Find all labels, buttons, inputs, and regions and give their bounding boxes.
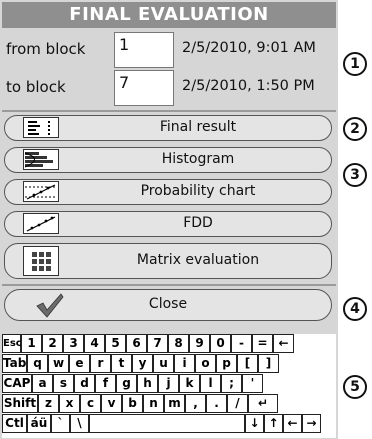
key-caps[interactable]: CAP: [2, 374, 32, 393]
key[interactable]: g: [116, 374, 137, 393]
key[interactable]: =: [252, 334, 273, 353]
callout-marker: 4: [343, 297, 367, 321]
key[interactable]: p: [216, 354, 237, 373]
histogram-icon: [23, 149, 59, 170]
probability-chart-button[interactable]: Probability chart: [4, 179, 332, 205]
key[interactable]: z: [38, 394, 59, 413]
final-result-icon: [23, 117, 59, 138]
key[interactable]: `: [51, 414, 70, 433]
key[interactable]: x: [59, 394, 80, 413]
matrix-icon: [23, 246, 59, 276]
key[interactable]: o: [195, 354, 216, 373]
key[interactable]: y: [132, 354, 153, 373]
key[interactable]: a: [32, 374, 53, 393]
key[interactable]: k: [179, 374, 200, 393]
key[interactable]: j: [158, 374, 179, 393]
key[interactable]: b: [122, 394, 143, 413]
key[interactable]: u: [153, 354, 174, 373]
key[interactable]: 8: [168, 334, 189, 353]
to-block-datetime: 2/5/2010, 1:50 PM: [182, 78, 315, 94]
divider: [2, 110, 336, 112]
key-ctrl[interactable]: Ctl: [2, 414, 27, 433]
to-block-label: to block: [6, 78, 66, 96]
key[interactable]: 9: [189, 334, 210, 353]
key[interactable]: ]: [258, 354, 279, 373]
callout-marker: 3: [343, 163, 367, 187]
callout-marker: 1: [343, 52, 367, 76]
key-accents[interactable]: áü: [27, 414, 51, 433]
final-result-button[interactable]: Final result: [4, 115, 332, 141]
key-enter[interactable]: ↵: [248, 394, 278, 413]
key[interactable]: s: [53, 374, 74, 393]
key[interactable]: n: [143, 394, 164, 413]
key-arrow-left[interactable]: ←: [283, 414, 302, 433]
key[interactable]: f: [95, 374, 116, 393]
key[interactable]: r: [90, 354, 111, 373]
key-space[interactable]: [89, 414, 245, 433]
from-block-label: from block: [6, 40, 86, 58]
callout-marker: 5: [343, 375, 367, 399]
key-arrow-right[interactable]: →: [302, 414, 321, 433]
key[interactable]: -: [231, 334, 252, 353]
key[interactable]: c: [80, 394, 101, 413]
key[interactable]: [: [237, 354, 258, 373]
key-tab[interactable]: Tab: [2, 354, 27, 373]
key[interactable]: .: [206, 394, 227, 413]
key[interactable]: h: [137, 374, 158, 393]
key[interactable]: e: [69, 354, 90, 373]
key[interactable]: v: [101, 394, 122, 413]
from-block-datetime: 2/5/2010, 9:01 AM: [182, 40, 316, 56]
matrix-evaluation-button[interactable]: Matrix evaluation: [4, 243, 332, 279]
key[interactable]: ;: [221, 374, 242, 393]
close-button[interactable]: Close: [4, 289, 332, 321]
evaluation-dialog: FINAL EVALUATION from block 1 2/5/2010, …: [0, 0, 338, 439]
key[interactable]: 0: [210, 334, 231, 353]
key-arrow-up[interactable]: ↑: [264, 414, 283, 433]
on-screen-keyboard: Esc 1 2 3 4 5 6 7 8 9 0 - = ← Tab q w e …: [2, 334, 336, 438]
key-arrow-down[interactable]: ↓: [245, 414, 264, 433]
key[interactable]: i: [174, 354, 195, 373]
key[interactable]: l: [200, 374, 221, 393]
final-result-label: Final result: [159, 119, 237, 135]
key[interactable]: ': [242, 374, 263, 393]
key[interactable]: 4: [84, 334, 105, 353]
fdd-label: FDD: [183, 215, 213, 231]
key-shift[interactable]: Shift: [2, 394, 38, 413]
probability-chart-icon: [23, 181, 59, 202]
histogram-label: Histogram: [161, 151, 235, 167]
key[interactable]: q: [27, 354, 48, 373]
probability-chart-label: Probability chart: [140, 183, 256, 199]
close-label: Close: [148, 296, 188, 312]
histogram-button[interactable]: Histogram: [4, 147, 332, 173]
key[interactable]: /: [227, 394, 248, 413]
key[interactable]: ,: [185, 394, 206, 413]
key[interactable]: 6: [126, 334, 147, 353]
key[interactable]: 5: [105, 334, 126, 353]
from-block-input[interactable]: 1: [114, 32, 174, 68]
key[interactable]: w: [48, 354, 69, 373]
dialog-title: FINAL EVALUATION: [2, 2, 336, 28]
key-backspace[interactable]: ←: [273, 334, 294, 353]
fdd-button[interactable]: FDD: [4, 211, 332, 237]
callout-marker: 2: [343, 117, 367, 141]
key[interactable]: 3: [63, 334, 84, 353]
key[interactable]: d: [74, 374, 95, 393]
key-esc[interactable]: Esc: [2, 334, 22, 353]
divider: [2, 284, 336, 286]
key[interactable]: 2: [42, 334, 63, 353]
key[interactable]: m: [164, 394, 185, 413]
fdd-icon: [23, 213, 59, 234]
key[interactable]: 7: [147, 334, 168, 353]
key[interactable]: 1: [21, 334, 42, 353]
matrix-evaluation-label: Matrix evaluation: [136, 252, 260, 268]
to-block-input[interactable]: 7: [114, 70, 174, 106]
key[interactable]: t: [111, 354, 132, 373]
key[interactable]: \: [70, 414, 89, 433]
